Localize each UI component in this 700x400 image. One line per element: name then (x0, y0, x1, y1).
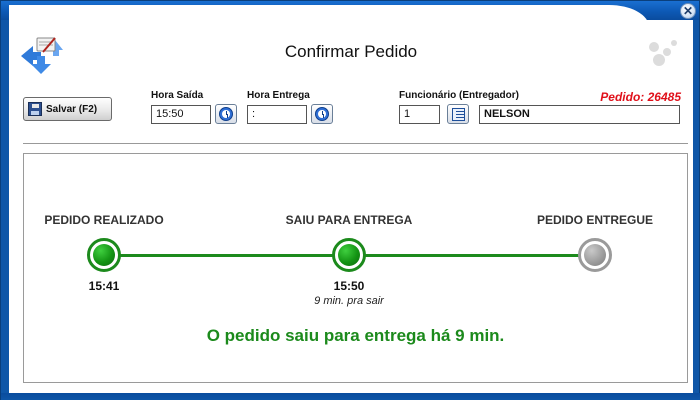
pedido-number: Pedido: 26485 (600, 90, 681, 104)
floppy-disk-icon (28, 102, 42, 116)
step-label-pedido-realizado: PEDIDO REALIZADO (44, 213, 164, 227)
step-label-pedido-entregue: PEDIDO ENTREGUE (536, 213, 654, 227)
dialog-body: Confirmar Pedido Salvar (F2) Hora Saída … (9, 20, 693, 395)
save-button[interactable]: Salvar (F2) (23, 97, 112, 121)
list-icon (451, 107, 465, 121)
step-time-saiu-para-entrega: 15:50 (333, 279, 365, 293)
dialog-title: Confirmar Pedido (284, 42, 418, 61)
step-node-pedido-entregue (578, 238, 612, 272)
funcionario-label: Funcionário (Entregador) (399, 90, 519, 101)
step-sub-saiu-para-entrega: 9 min. pra sair (314, 295, 384, 307)
hora-saida-label: Hora Saída (151, 90, 204, 101)
clock-icon (315, 107, 329, 121)
step-label-saiu-para-entrega: SAIU PARA ENTREGA (285, 213, 413, 227)
dialog-window: ✕ Confirmar Pedido Salvar (F2) Hora Saíd… (0, 0, 700, 400)
decorative-dots-icon (645, 38, 685, 68)
hora-saida-clock-button[interactable] (215, 104, 237, 124)
hora-saida-input[interactable]: 15:50 (151, 105, 211, 124)
close-button[interactable]: ✕ (680, 3, 696, 19)
step-node-saiu-para-entrega (332, 238, 366, 272)
funcionario-code-input[interactable]: 1 (399, 105, 440, 124)
hora-entrega-input[interactable]: : (247, 105, 307, 124)
step-time-pedido-realizado: 15:41 (88, 279, 120, 293)
status-message: O pedido saiu para entrega há 9 min. (206, 326, 505, 345)
funcionario-name-input[interactable]: NELSON (479, 105, 680, 124)
funcionario-lookup-button[interactable] (447, 104, 469, 124)
close-icon: ✕ (682, 4, 694, 18)
save-button-label: Salvar (F2) (46, 103, 98, 115)
hora-entrega-clock-button[interactable] (311, 104, 333, 124)
hora-entrega-label: Hora Entrega (247, 90, 310, 101)
delivery-status-panel: PEDIDO REALIZADO SAIU PARA ENTREGA PEDID… (23, 153, 688, 383)
clock-icon (219, 107, 233, 121)
header-divider (23, 143, 688, 144)
step-node-pedido-realizado (87, 238, 121, 272)
window-bottom-frame (1, 393, 700, 400)
